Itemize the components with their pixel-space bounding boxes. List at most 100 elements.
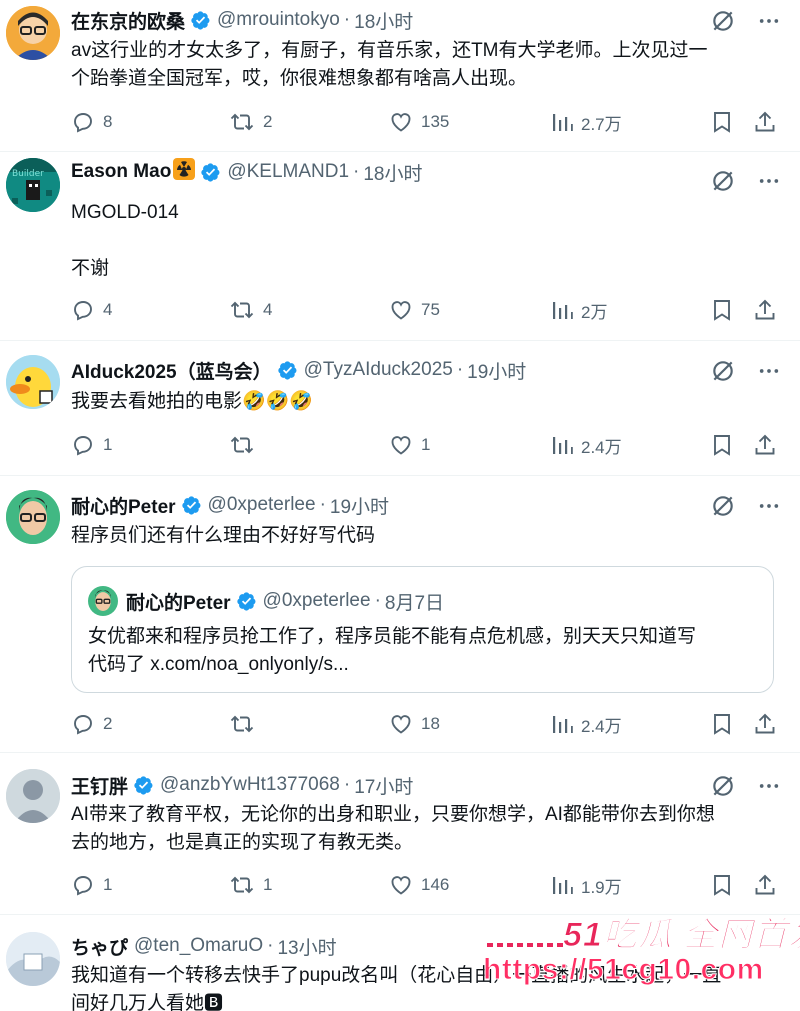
display-name[interactable]: AIduck2025（蓝鸟会） xyxy=(71,357,272,384)
bookmark-button[interactable] xyxy=(711,431,741,459)
handle[interactable]: @TyzAIduck2025 xyxy=(304,359,453,381)
like-button[interactable]: 146 xyxy=(389,871,449,899)
verified-icon xyxy=(190,10,211,31)
grok-icon[interactable] xyxy=(710,773,736,799)
more-icon[interactable] xyxy=(758,10,780,32)
verified-icon xyxy=(181,495,202,516)
timestamp[interactable]: 18小时 xyxy=(363,159,422,186)
watermark: 51吃瓜 全网首发 https://51cg10.com xyxy=(483,897,800,1011)
retweet-button[interactable] xyxy=(229,710,263,738)
timestamp[interactable]: 13小时 xyxy=(277,933,336,960)
tweet-3[interactable]: AIduck2025（蓝鸟会） @TyzAIduck2025 · 19小时 我要… xyxy=(0,341,800,476)
views-button[interactable]: 2万 xyxy=(551,296,607,324)
action-bar: 1 1 146 1.9万 xyxy=(71,871,781,899)
retweet-icon xyxy=(230,876,254,894)
like-icon xyxy=(391,436,411,455)
grok-icon[interactable] xyxy=(710,8,736,34)
bookmark-button[interactable] xyxy=(711,108,741,136)
reply-button[interactable]: 1 xyxy=(71,431,112,459)
grok-icon[interactable] xyxy=(710,168,736,194)
quoted-tweet[interactable]: 耐心的Peter @0xpeterlee · 8月7日 女优都来和程序员抢工作了… xyxy=(71,566,774,693)
separator: · xyxy=(456,359,464,380)
display-name[interactable]: Eason Mao xyxy=(71,161,171,183)
more-icon[interactable] xyxy=(758,495,780,517)
tweet-2[interactable]: Builder Eason Mao @KELMAND1 · 18小时 MGOLD… xyxy=(0,152,800,341)
timestamp[interactable]: 19小时 xyxy=(467,357,526,384)
action-bar: 4 4 75 2万 xyxy=(71,296,781,324)
retweet-button[interactable]: 4 xyxy=(229,296,272,324)
retweet-button[interactable] xyxy=(229,431,263,459)
retweet-button[interactable]: 2 xyxy=(229,108,272,136)
timestamp[interactable]: 19小时 xyxy=(330,492,389,519)
handle[interactable]: @ten_OmaruO xyxy=(134,935,263,957)
reply-icon xyxy=(74,436,92,456)
action-bar: 8 2 135 2.7万 xyxy=(71,108,781,136)
more-icon[interactable] xyxy=(758,775,780,797)
reply-button[interactable]: 2 xyxy=(71,710,112,738)
share-icon xyxy=(755,111,775,132)
quote-display-name: 耐心的Peter xyxy=(126,592,231,614)
like-button[interactable]: 135 xyxy=(389,108,449,136)
watermark-url: https://51cg10.com xyxy=(483,953,764,987)
reply-button[interactable]: 4 xyxy=(71,296,112,324)
views-icon xyxy=(553,114,573,131)
handle[interactable]: @anzbYwHt1377068 xyxy=(160,774,340,796)
handle[interactable]: @mrouintokyo xyxy=(217,9,340,31)
like-button[interactable]: 1 xyxy=(389,431,430,459)
avatar[interactable] xyxy=(6,932,60,986)
bookmark-button[interactable] xyxy=(711,296,741,324)
views-icon xyxy=(553,437,573,454)
tweet-text: av这行业的才女太多了，有厨子，有音乐家，还TM有大学老师。上次见过一 个跆拳道… xyxy=(71,40,708,89)
handle[interactable]: @KELMAND1 xyxy=(227,161,349,183)
bookmark-button[interactable] xyxy=(711,710,741,738)
display-name[interactable]: ちゃぴ xyxy=(71,933,128,960)
like-button[interactable]: 18 xyxy=(389,710,440,738)
display-name[interactable]: 耐心的Peter xyxy=(71,492,176,519)
views-button[interactable]: 2.7万 xyxy=(551,108,622,136)
action-bar: 2 18 2.4万 xyxy=(71,710,781,738)
share-icon xyxy=(755,434,775,455)
tweet-5[interactable]: 王钉胖 @anzbYwHt1377068 · 17小时 AI带来了教育平权，无论… xyxy=(0,753,800,915)
tweet-text: 我要去看她拍的电影🤣🤣🤣 xyxy=(71,391,313,412)
views-button[interactable]: 2.4万 xyxy=(551,431,622,459)
tweet-1[interactable]: 在东京的欧桑 @mrouintokyo · 18小时 av这行业的才女太多了，有… xyxy=(0,0,800,152)
avatar[interactable] xyxy=(6,6,60,60)
separator: · xyxy=(343,9,351,30)
grok-icon[interactable] xyxy=(710,358,736,384)
views-button[interactable]: 2.4万 xyxy=(551,710,622,738)
views-icon xyxy=(553,716,573,733)
bookmark-icon xyxy=(714,300,730,321)
timestamp[interactable]: 17小时 xyxy=(354,772,413,799)
avatar[interactable] xyxy=(6,769,60,823)
quote-text: 女优都来和程序员抢工作了，程序员能不能有点危机感，别天天只知道写 代码了 x.c… xyxy=(88,626,697,675)
tweet-text: AI带来了教育平权，无论你的出身和职业，只要你想学，AI都能带你去到你想 去的地… xyxy=(71,804,715,853)
share-button[interactable] xyxy=(753,871,785,899)
avatar[interactable]: Builder xyxy=(6,158,60,212)
avatar[interactable] xyxy=(6,355,60,409)
share-button[interactable] xyxy=(753,710,785,738)
retweet-button[interactable]: 1 xyxy=(229,871,272,899)
quote-avatar xyxy=(88,586,118,616)
reply-button[interactable]: 8 xyxy=(71,108,112,136)
share-icon xyxy=(755,713,775,734)
reply-button[interactable]: 1 xyxy=(71,871,112,899)
separator: · xyxy=(319,494,326,515)
handle[interactable]: @0xpeterlee xyxy=(208,494,316,516)
timestamp[interactable]: 18小时 xyxy=(354,7,413,34)
share-button[interactable] xyxy=(753,108,785,136)
views-button[interactable]: 1.9万 xyxy=(551,871,622,899)
display-name[interactable]: 在东京的欧桑 xyxy=(71,7,185,34)
bookmark-button[interactable] xyxy=(711,871,741,899)
more-icon[interactable] xyxy=(758,360,780,382)
like-button[interactable]: 75 xyxy=(389,296,440,324)
share-button[interactable] xyxy=(753,431,785,459)
reply-icon xyxy=(74,715,92,735)
retweet-icon xyxy=(230,436,254,454)
display-name[interactable]: 王钉胖 xyxy=(71,772,128,799)
radioactive-emoji xyxy=(173,158,196,186)
grok-icon[interactable] xyxy=(710,493,736,519)
verified-icon xyxy=(277,360,298,381)
more-icon[interactable] xyxy=(758,170,780,192)
avatar[interactable] xyxy=(6,490,60,544)
share-button[interactable] xyxy=(753,296,785,324)
